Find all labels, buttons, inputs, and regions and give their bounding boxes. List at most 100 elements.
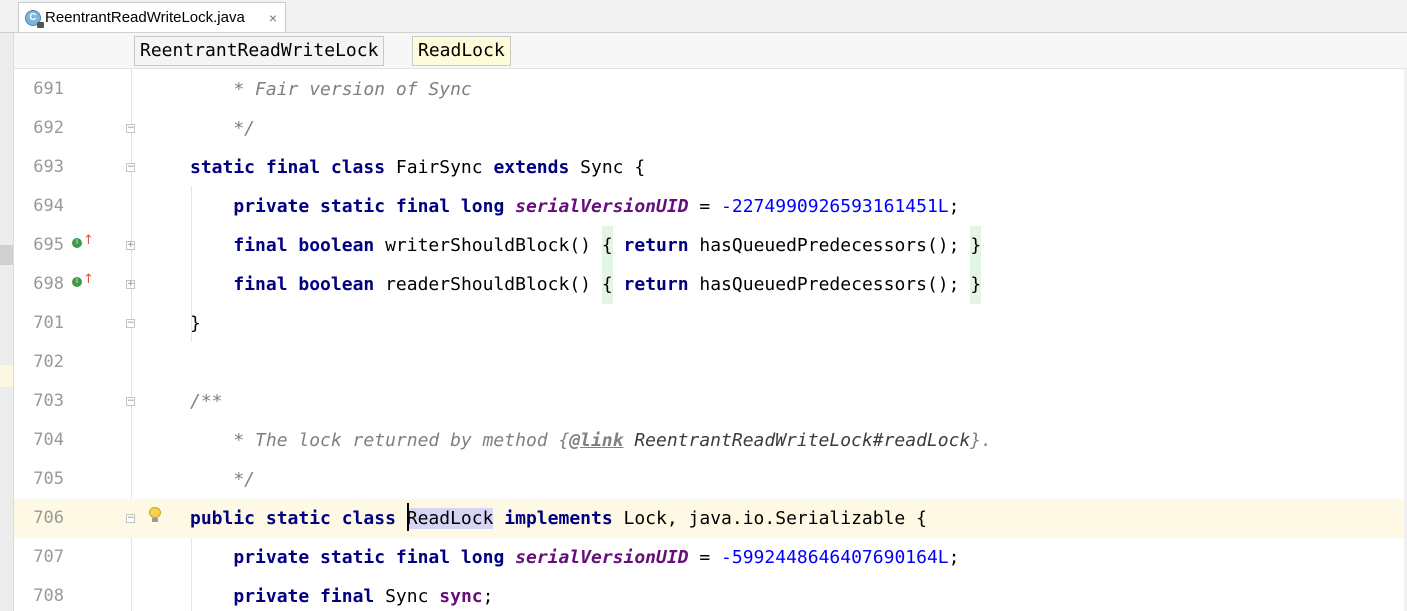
code-text: private static final long serialVersionU… bbox=[190, 187, 959, 226]
fold-expand-icon[interactable]: + bbox=[126, 241, 135, 250]
folded-brace[interactable]: { bbox=[601, 226, 613, 265]
code-text: * Fair version of Sync bbox=[190, 70, 472, 109]
field-name: sync bbox=[439, 586, 483, 607]
method-body: hasQueuedPredecessors(); bbox=[688, 235, 971, 256]
operator: = bbox=[688, 196, 722, 217]
fold-collapse-icon[interactable]: − bbox=[126, 163, 135, 172]
code-line: 704 * The lock returned by method {@link… bbox=[14, 421, 1407, 460]
field-name: serialVersionUID bbox=[515, 196, 689, 217]
keyword: private final bbox=[233, 586, 375, 607]
comment-text: */ bbox=[190, 118, 256, 139]
line-number: 706 bbox=[33, 508, 64, 528]
method-signature: writerShouldBlock() bbox=[374, 235, 602, 256]
code-line: 694 private static final long serialVers… bbox=[14, 187, 1407, 226]
code-editor[interactable]: 691 * Fair version of Sync 692 − */ 693 … bbox=[14, 69, 1407, 611]
fold-collapse-icon[interactable]: − bbox=[126, 319, 135, 328]
class-name-highlight[interactable]: ReadLock bbox=[406, 508, 494, 529]
current-code-line: 706 − public static class ReadLock imple… bbox=[14, 499, 1407, 538]
line-number: 701 bbox=[33, 313, 64, 333]
code-line: 708 private final Sync sync; bbox=[14, 577, 1407, 611]
strip-marker bbox=[0, 245, 13, 265]
folded-brace[interactable]: } bbox=[970, 226, 982, 265]
code-line: 705 */ bbox=[14, 460, 1407, 499]
javadoc-link-target: ReentrantReadWriteLock#readLock bbox=[623, 430, 971, 451]
line-number: 708 bbox=[33, 586, 64, 606]
fold-collapse-icon[interactable]: − bbox=[126, 124, 135, 133]
code-line: 703 − /** bbox=[14, 382, 1407, 421]
lightbulb-icon[interactable] bbox=[149, 507, 161, 522]
folded-brace[interactable]: } bbox=[970, 265, 982, 304]
close-icon[interactable]: × bbox=[269, 10, 277, 26]
line-number: 692 bbox=[33, 118, 64, 138]
code-text: final boolean writerShouldBlock() { retu… bbox=[190, 226, 982, 265]
keyword: private static final long bbox=[233, 196, 505, 217]
java-class-icon: C bbox=[25, 9, 44, 28]
override-arrow-icon[interactable]: ↑ bbox=[83, 273, 94, 287]
fold-expand-icon[interactable]: + bbox=[126, 280, 135, 289]
line-number: 703 bbox=[33, 391, 64, 411]
override-arrow-icon[interactable]: ↑ bbox=[83, 234, 94, 248]
semicolon: ; bbox=[482, 586, 494, 607]
line-number: 707 bbox=[33, 547, 64, 567]
comment-text: * Fair version of Sync bbox=[190, 79, 472, 100]
keyword: static final class bbox=[190, 157, 386, 178]
fold-collapse-icon[interactable]: − bbox=[126, 397, 135, 406]
code-line: 693 − static final class FairSync extend… bbox=[14, 148, 1407, 187]
breadcrumb: ReentrantReadWriteLock ReadLock bbox=[14, 33, 1407, 69]
closing-brace: } bbox=[190, 313, 201, 334]
identifier: Sync { bbox=[569, 157, 646, 178]
line-number: 693 bbox=[33, 157, 64, 177]
line-number: 694 bbox=[33, 196, 64, 216]
code-text: /** bbox=[190, 382, 223, 421]
comment-text: */ bbox=[190, 469, 256, 490]
code-line: 707 private static final long serialVers… bbox=[14, 538, 1407, 577]
method-body: hasQueuedPredecessors(); bbox=[688, 274, 971, 295]
code-line: 702 bbox=[14, 343, 1407, 382]
implements-method-icon[interactable]: I bbox=[72, 277, 82, 287]
code-line: 701 − } bbox=[14, 304, 1407, 343]
breadcrumb-item-reentrantreadwritelock[interactable]: ReentrantReadWriteLock bbox=[134, 36, 385, 66]
keyword: private static final long bbox=[233, 547, 505, 568]
keyword: implements bbox=[504, 508, 613, 529]
breadcrumb-item-readlock[interactable]: ReadLock bbox=[412, 36, 511, 66]
implements-method-icon[interactable]: I bbox=[72, 238, 82, 248]
code-text: final boolean readerShouldBlock() { retu… bbox=[190, 265, 982, 304]
keyword: final boolean bbox=[233, 235, 375, 256]
file-tab[interactable]: C ReentrantReadWriteLock.java × bbox=[18, 2, 286, 32]
keyword: extends bbox=[493, 157, 570, 178]
code-line: 695 I ↑ + final boolean writerShouldBloc… bbox=[14, 226, 1407, 265]
semicolon: ; bbox=[948, 547, 960, 568]
code-text: static final class FairSync extends Sync… bbox=[190, 148, 645, 187]
fold-collapse-icon[interactable]: − bbox=[126, 514, 135, 523]
comment-text: /** bbox=[190, 391, 223, 412]
text-cursor bbox=[406, 503, 409, 531]
line-number: 704 bbox=[33, 430, 64, 450]
keyword: return bbox=[623, 274, 689, 295]
code-line: 692 − */ bbox=[14, 109, 1407, 148]
left-tool-strip bbox=[0, 33, 14, 611]
code-line: 691 * Fair version of Sync bbox=[14, 70, 1407, 109]
line-number: 698 bbox=[33, 274, 64, 294]
identifier: Lock, java.io.Serializable { bbox=[612, 508, 927, 529]
number-literal: -5992448646407690164L bbox=[721, 547, 949, 568]
line-number: 705 bbox=[33, 469, 64, 489]
folded-brace[interactable]: { bbox=[601, 265, 613, 304]
code-text: * The lock returned by method {@link Ree… bbox=[190, 421, 992, 460]
number-literal: -2274990926593161451L bbox=[721, 196, 949, 217]
identifier: FairSync bbox=[385, 157, 494, 178]
comment-text: }. bbox=[970, 430, 992, 451]
editor-tab-bar: C ReentrantReadWriteLock.java × bbox=[0, 0, 1407, 33]
code-text: private static final long serialVersionU… bbox=[190, 538, 959, 577]
keyword: public static class bbox=[190, 508, 396, 529]
line-number: 691 bbox=[33, 79, 64, 99]
method-signature: readerShouldBlock() bbox=[374, 274, 602, 295]
